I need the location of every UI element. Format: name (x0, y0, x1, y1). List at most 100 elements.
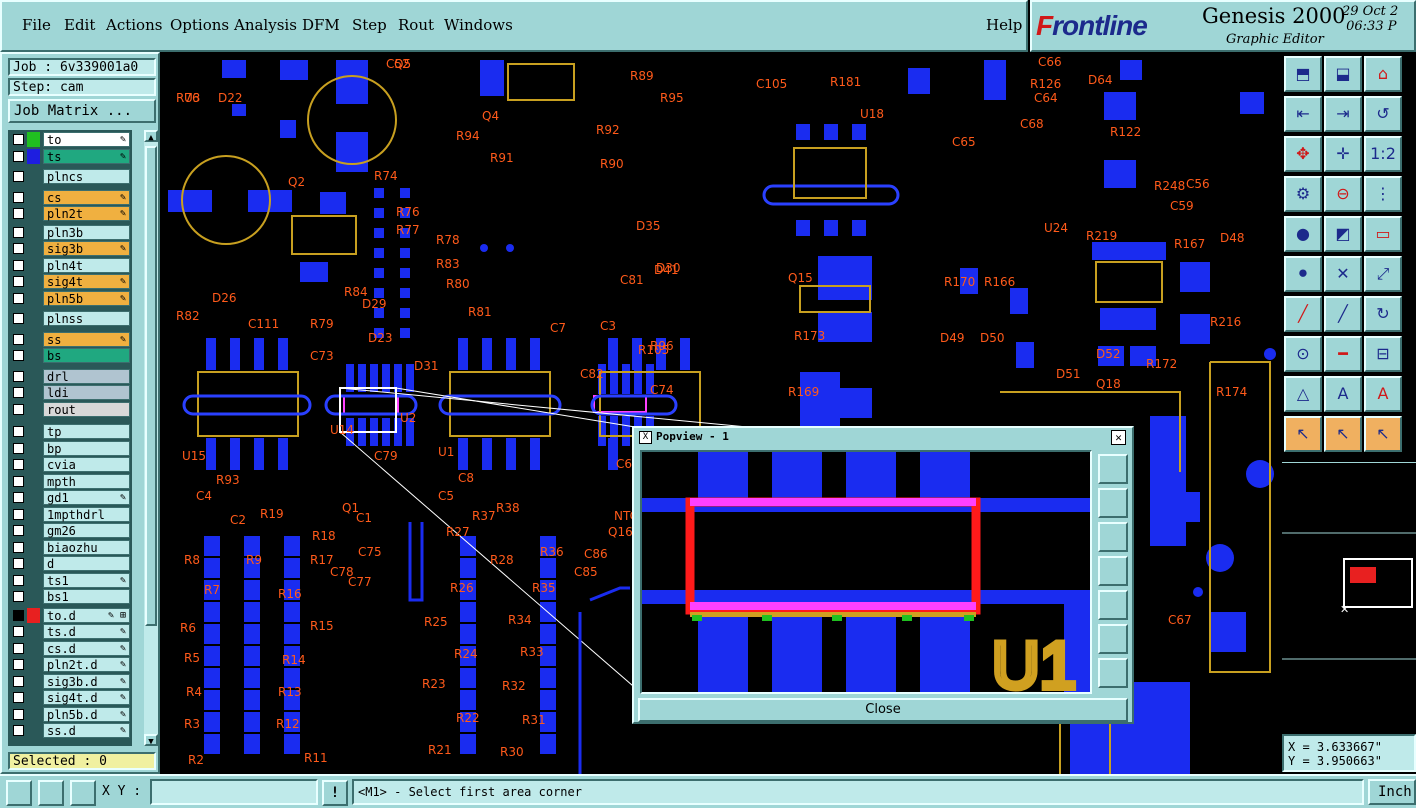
layer-name[interactable]: pln2t ✎ (43, 206, 130, 221)
house-icon[interactable]: ⌂ (1364, 56, 1402, 92)
layer-checkbox[interactable] (13, 525, 24, 536)
menu-analysis[interactable]: Analysis (234, 16, 297, 34)
menu-edit[interactable]: Edit (64, 16, 95, 34)
layer-scrollbar[interactable]: ▲ ▼ (144, 130, 158, 747)
layer-name[interactable]: biaozhu (43, 539, 130, 555)
close-icon[interactable]: ✕ (1111, 430, 1126, 445)
overview-map[interactable]: ✕ (1282, 462, 1416, 732)
scroll-down-arrow-icon[interactable]: ▼ (144, 734, 158, 747)
pan-up-icon[interactable] (1098, 488, 1128, 518)
layer-row-ts1[interactable]: ts1 ✎ (10, 572, 132, 588)
menu-step[interactable]: Step (352, 16, 387, 34)
delete-node-icon[interactable]: ✕ (1324, 256, 1362, 292)
layer-name[interactable]: cvia (43, 457, 130, 472)
popview-title-bar[interactable]: X Popview - 1 ✕ (636, 430, 1130, 446)
layer-color-swatch[interactable] (27, 674, 40, 689)
layer-color-swatch[interactable] (27, 707, 40, 722)
layer-color-swatch[interactable] (27, 457, 40, 472)
layer-checkbox[interactable] (13, 475, 24, 487)
layer-color-swatch[interactable] (27, 241, 40, 256)
layer-color-swatch[interactable] (27, 441, 40, 456)
layer-checkbox[interactable] (13, 387, 24, 398)
layer-color-swatch[interactable] (27, 274, 40, 289)
menu-help[interactable]: Help (986, 16, 1022, 34)
frame-icon[interactable]: ⇤ (1284, 96, 1322, 132)
layer-row-pln5b[interactable]: pln5b ✎ (10, 290, 132, 306)
layer-row-pln2t[interactable]: pln2t ✎ (10, 206, 132, 221)
layer-name[interactable]: ts1 ✎ (43, 572, 130, 588)
layer-color-swatch[interactable] (27, 490, 40, 505)
layer-row-sig3b[interactable]: sig3b ✎ (10, 241, 132, 256)
layer-name[interactable]: plnss (43, 311, 130, 326)
measure-icon[interactable]: ▭ (1364, 216, 1402, 252)
layer-checkbox[interactable] (13, 675, 24, 687)
pad-add-icon[interactable]: ⊙ (1284, 336, 1322, 372)
layer-color-swatch[interactable] (27, 148, 40, 164)
layer-name[interactable]: rout (43, 401, 130, 417)
zoom-center-icon[interactable]: ✛ (1324, 136, 1362, 172)
layer-row-plncs[interactable]: plncs (10, 169, 132, 184)
layer-color-swatch[interactable] (27, 225, 40, 240)
rotate-icon[interactable]: ↻ (1364, 296, 1402, 332)
layer-name[interactable]: to ✎ (43, 132, 130, 147)
text-a-icon[interactable]: A (1324, 376, 1362, 412)
undo-frame-icon[interactable]: ⇥ (1324, 96, 1362, 132)
draw-line-icon[interactable]: ╱ (1284, 296, 1322, 332)
layer-checkbox[interactable] (13, 591, 24, 602)
layer-name[interactable]: sig3b ✎ (43, 241, 130, 256)
grid-icon[interactable] (70, 780, 96, 806)
menu-file[interactable]: File (22, 16, 51, 34)
layer-name[interactable]: ss ✎ (43, 331, 130, 347)
scroll-up-arrow-icon[interactable]: ▲ (144, 130, 158, 143)
layer-name[interactable]: mpth (43, 473, 130, 489)
layer-row-to[interactable]: to ✎ (10, 132, 132, 147)
window-menu-icon[interactable]: X (639, 431, 652, 444)
layer-checkbox[interactable] (13, 208, 24, 219)
layer-checkbox[interactable] (13, 642, 24, 654)
connect-icon[interactable]: ⚫ (1284, 256, 1322, 292)
layer-checkbox[interactable] (13, 692, 24, 703)
home-icon[interactable]: ⬒ (1284, 56, 1322, 92)
layer-row-plnss[interactable]: plnss (10, 311, 132, 326)
layer-name[interactable]: pln3b (43, 224, 130, 240)
layer-row-tp[interactable]: tp (10, 424, 132, 439)
layer-row-sig4t-d[interactable]: sig4t.d ✎ (10, 690, 132, 705)
layer-color-swatch[interactable] (27, 556, 40, 571)
popview-close-button[interactable]: Close (638, 698, 1128, 722)
scale-ratio-icon[interactable]: 1:2 (1364, 136, 1402, 172)
align-icon[interactable]: ⊟ (1364, 336, 1402, 372)
layer-checkbox[interactable] (13, 725, 24, 736)
layer-name[interactable]: gd1 ✎ (43, 490, 130, 505)
layer-color-swatch[interactable] (27, 624, 40, 639)
layer-row-ss-d[interactable]: ss.d ✎ (10, 723, 132, 738)
layer-row-ts-d[interactable]: ts.d ✎ (10, 624, 132, 639)
menu-dfm[interactable]: DFM (302, 16, 340, 34)
scroll-thumb[interactable] (145, 146, 157, 626)
select-pointer-icon[interactable]: ↖ (1324, 416, 1362, 452)
layer-row-to-d[interactable]: to.d ✎ ⊞ (10, 607, 132, 623)
layer-row-bs[interactable]: bs (10, 348, 132, 363)
layer-checkbox[interactable] (13, 609, 24, 621)
layer-name[interactable]: bs1 (43, 589, 130, 604)
pan-right-icon[interactable] (1098, 590, 1128, 620)
net-icon[interactable]: ⋮ (1364, 176, 1402, 212)
units-toggle[interactable]: Inch (1368, 779, 1416, 805)
layer-color-swatch[interactable] (27, 641, 40, 656)
layer-row-bp[interactable]: bp (10, 440, 132, 456)
menu-actions[interactable]: Actions (106, 16, 162, 34)
layer-color-swatch[interactable] (27, 573, 40, 588)
layer-color-swatch[interactable] (27, 258, 40, 273)
layer-checkbox[interactable] (13, 708, 24, 720)
layer-color-swatch[interactable] (27, 369, 40, 384)
pan-left-icon[interactable] (1098, 556, 1128, 586)
layer-row-gm26[interactable]: gm26 (10, 523, 132, 538)
layer-row-ss[interactable]: ss ✎ (10, 331, 132, 347)
save-icon[interactable]: ⬓ (1324, 56, 1362, 92)
pointer-icon[interactable]: ↖ (1284, 416, 1322, 452)
layer-row-pln3b[interactable]: pln3b (10, 224, 132, 240)
zoom-in-icon[interactable] (1098, 658, 1128, 688)
layer-checkbox[interactable] (13, 541, 24, 553)
job-matrix-button[interactable]: Job Matrix ... (8, 99, 156, 123)
menu-windows[interactable]: Windows (444, 16, 513, 34)
layer-color-swatch[interactable] (27, 424, 40, 439)
